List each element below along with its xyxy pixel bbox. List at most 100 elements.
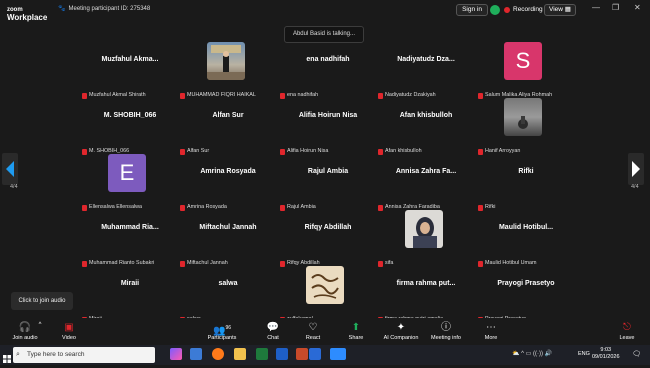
participant-name: Nadiyatudz Dzakiyah <box>385 92 436 98</box>
powerpoint-icon[interactable] <box>296 348 308 360</box>
participant-name-label: ena nadhifah <box>278 91 321 100</box>
heart-icon: ♡ <box>308 322 318 333</box>
mic-muted-icon <box>378 148 383 155</box>
participant-tile[interactable]: Amrina Rosyada Amrina Rosyada <box>174 156 282 212</box>
participant-tile[interactable]: Rajul Ambia Rajul Ambia <box>274 156 382 212</box>
mic-muted-icon <box>378 204 383 211</box>
meeting-id-label: Meeting participant ID: 275348 <box>68 5 151 12</box>
store-icon[interactable] <box>309 348 321 360</box>
meeting-id[interactable]: 🐾 Meeting participant ID: 275348 <box>58 5 151 13</box>
copilot-icon[interactable] <box>170 348 182 360</box>
mic-muted-icon <box>280 204 285 211</box>
participant-tile[interactable]: ena nadhifah ena nadhifah <box>274 44 382 100</box>
meeting-info-button[interactable]: ⓘ Meeting info <box>428 320 464 347</box>
participant-name-label: Rajul Ambia <box>278 203 318 212</box>
participant-tile[interactable]: Prayogi PrasetyoPrayogi Prasetyo <box>472 268 580 324</box>
participant-display-name: Alfan Sur <box>212 112 244 119</box>
chevron-right-icon <box>632 161 640 177</box>
more-label: More <box>484 335 498 341</box>
mic-muted-icon <box>180 260 185 267</box>
close-icon[interactable]: ✕ <box>634 3 641 12</box>
participant-display-name: Amrina Rosyada <box>200 168 256 175</box>
participant-tile[interactable]: salwasalwa <box>174 268 282 324</box>
participant-tile[interactable]: M. SHOBIH_066 M. SHOBIH_066 <box>76 100 184 156</box>
next-page-button[interactable] <box>628 153 644 185</box>
minimize-icon[interactable]: — <box>592 3 600 12</box>
participant-tile[interactable]: firma rahma put...firma rahma putri amal… <box>372 268 480 324</box>
maximize-icon[interactable]: ❐ <box>612 3 619 12</box>
participant-name-label: Nadiyatudz Dzakiyah <box>376 91 438 100</box>
participant-tile[interactable]: Rifki Rifki <box>472 156 580 212</box>
info-icon: ⓘ <box>441 322 451 333</box>
zoom-taskbar-icon[interactable] <box>330 348 346 360</box>
participant-name: MUHAMMAD FIQRI HAIKAL <box>187 92 256 98</box>
participant-name: Muzfahul Akmal Shirath <box>89 92 146 98</box>
react-button[interactable]: ♡ React <box>302 320 324 347</box>
participant-display-name: Muzfahul Akma... <box>101 56 159 63</box>
paw-icon: 🐾 <box>58 6 66 12</box>
taskbar-search-input[interactable]: ⌕ Type here to search <box>13 347 155 363</box>
excel-icon[interactable] <box>256 348 268 360</box>
mic-muted-icon <box>280 260 285 267</box>
participant-name-label: Afan khisbulloh <box>376 147 424 156</box>
participant-name: Alfan Sur <box>187 148 210 154</box>
mic-muted-icon <box>280 92 285 99</box>
participant-tile[interactable]: Afan khisbulloh Afan khisbulloh <box>372 100 480 156</box>
participant-tile[interactable]: Muzfahul Akma... Muzfahul Akmal Shirath <box>76 44 184 100</box>
participants-icon: 👥96 <box>212 325 231 337</box>
video-button[interactable]: ▣ Video <box>54 320 84 347</box>
participants-button[interactable]: 👥96 Participants <box>203 320 241 347</box>
participant-tile[interactable]: Muhammad Ria... Muhammad Rianto Subakri <box>76 212 184 268</box>
share-button[interactable]: ⬆ Share <box>344 320 368 347</box>
word-icon[interactable] <box>276 348 288 360</box>
participant-tile[interactable]: MiraiiMiraii <box>76 268 184 324</box>
ai-companion-label: AI Companion <box>383 335 419 341</box>
mic-muted-icon <box>478 148 483 155</box>
participant-name-label: Muhammad Rianto Subakri <box>80 259 157 268</box>
file-explorer-icon[interactable] <box>234 348 246 360</box>
notification-icon[interactable]: 🗨 <box>632 350 641 358</box>
sign-in-button[interactable]: Sign in <box>456 4 488 16</box>
leave-button[interactable]: ⎋ Leave <box>616 320 638 347</box>
participant-tile[interactable]: Alfan Sur Alfan Sur <box>174 100 282 156</box>
participant-tile[interactable]: Rifqy Abdillah Rifqy Abdillah <box>274 212 382 268</box>
participant-tile[interactable]: Alifia Hoirun Nisa Alifia Hoirun Nisa <box>274 100 382 156</box>
participant-tile[interactable]: Annisa Zahra Fa... Annisa Zahra Faradiba <box>372 156 480 212</box>
join-audio-tooltip: Click to join audio <box>11 292 73 310</box>
participant-photo <box>207 42 245 80</box>
prev-page-button[interactable] <box>2 153 18 185</box>
chat-icon: 💬 <box>266 322 280 333</box>
shield-icon[interactable] <box>490 5 500 15</box>
ai-companion-button[interactable]: ✦ AI Companion <box>380 320 422 347</box>
participant-display-name: Rifki <box>518 168 534 175</box>
participant-name-label: Alifia Hoirun Nisa <box>278 147 331 156</box>
participant-tile[interactable]: Nadiyatudz Dza... Nadiyatudz Dzakiyah <box>372 44 480 100</box>
task-view-icon[interactable] <box>190 348 202 360</box>
language-indicator[interactable]: ENG <box>578 351 590 357</box>
participant-display-name: Afan khisbulloh <box>399 112 453 119</box>
clock-time: 9:03 <box>600 347 612 353</box>
participant-name: Miftachul Jannah <box>187 260 228 266</box>
mic-muted-icon <box>180 204 185 211</box>
participant-tile[interactable]: Maulid Hotibul... Maulid Hotibul Umam <box>472 212 580 268</box>
participant-name-label: Amrina Rosyada <box>178 203 229 212</box>
page-indicator-right: 4/4 <box>631 184 639 190</box>
participant-name-label: Maulid Hotibul Umam <box>476 259 539 268</box>
taskbar-clock[interactable]: 9:03 09/01/2026 <box>592 347 620 361</box>
mic-muted-icon <box>82 148 87 155</box>
chat-button[interactable]: 💬 Chat <box>262 320 284 347</box>
recording-indicator[interactable]: Recording <box>504 4 543 16</box>
tray-icons[interactable]: ⛅ ^ ▭ ((·)) 🔊 <box>512 350 552 357</box>
participant-display-name: Muhammad Ria... <box>101 224 159 231</box>
video-off-icon: ▣ <box>64 322 74 333</box>
more-button[interactable]: ⋯ More <box>480 320 502 347</box>
participant-tile[interactable]: Miftachul Jannah Miftachul Jannah <box>174 212 282 268</box>
view-button[interactable]: View ▦ <box>544 4 576 16</box>
windows-start-icon[interactable] <box>3 350 11 363</box>
meeting-toolbar <box>0 318 650 345</box>
mic-muted-icon <box>82 92 87 99</box>
participant-display-name: ena nadhifah <box>306 56 350 63</box>
mic-muted-icon <box>280 148 285 155</box>
firefox-icon[interactable] <box>212 348 224 360</box>
participant-display-name: Rifqy Abdillah <box>304 224 352 231</box>
